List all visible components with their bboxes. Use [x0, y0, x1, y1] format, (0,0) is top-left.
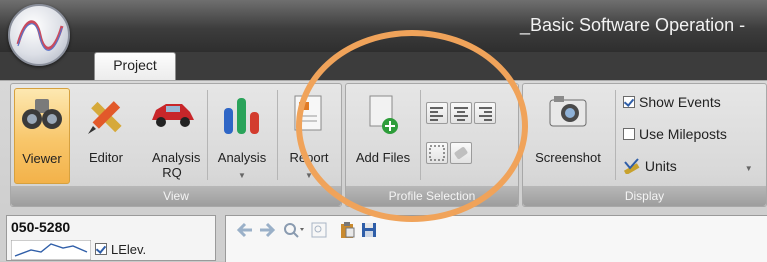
separator	[420, 90, 421, 180]
show-events-label: Show Events	[639, 94, 721, 110]
route-panel: 050-5280 LElev.	[6, 215, 216, 261]
viewer-panel	[225, 215, 767, 262]
units-label: Units	[644, 158, 677, 174]
viewer-button[interactable]: Viewer	[14, 88, 70, 184]
analysis-rq-button[interactable]: Analysis RQ	[139, 88, 205, 184]
zoom-icon[interactable]	[282, 221, 304, 239]
add-file-icon	[366, 94, 400, 139]
pencil-ruler-icon	[84, 94, 128, 141]
app-menu-button[interactable]	[8, 4, 70, 66]
separator	[277, 90, 278, 180]
editor-label: Editor	[89, 150, 123, 165]
tab-project[interactable]: Project	[94, 52, 176, 80]
select-rectangle-icon[interactable]	[426, 142, 448, 164]
analysis-button[interactable]: Analysis ▼	[210, 88, 274, 184]
app-logo-icon	[16, 20, 64, 51]
group-profile-selection-label: Profile Selection	[346, 186, 518, 206]
lelev-checkbox[interactable]: LElev.	[95, 242, 146, 257]
dropdown-arrow-icon: ▼	[744, 164, 753, 173]
window-title: _Basic Software Operation -	[520, 15, 746, 35]
car-icon	[148, 94, 196, 137]
report-icon	[291, 94, 327, 139]
zoom-extents-icon[interactable]	[310, 221, 328, 239]
separator	[207, 90, 208, 180]
use-mileposts-label: Use Mileposts	[639, 126, 727, 142]
add-files-label: Add Files	[355, 150, 411, 165]
screenshot-label: Screenshot	[535, 150, 601, 165]
dropdown-arrow-icon: ▼	[305, 171, 313, 180]
report-button[interactable]: Report ▼	[279, 88, 339, 184]
back-arrow-icon[interactable]	[236, 221, 254, 239]
profile-thumbnail[interactable]	[11, 240, 91, 260]
show-events-checkbox[interactable]: Show Events	[623, 94, 721, 110]
screenshot-button[interactable]: Screenshot	[525, 88, 611, 184]
checkbox-checked-icon	[95, 243, 107, 255]
camera-icon	[548, 94, 588, 131]
separator	[615, 90, 616, 180]
eraser-icon[interactable]	[450, 142, 472, 164]
ribbon: Viewer Editor Analysis RQ Analysis ▼ Rep…	[0, 80, 767, 209]
forward-arrow-icon[interactable]	[258, 221, 276, 239]
group-view: Viewer Editor Analysis RQ Analysis ▼ Rep…	[10, 83, 342, 207]
group-display: Screenshot Show Events Use Mileposts Uni…	[522, 83, 767, 207]
align-center-icon[interactable]	[450, 102, 472, 124]
lelev-label: LElev.	[111, 242, 147, 257]
align-left-icon[interactable]	[426, 102, 448, 124]
clipboard-icon[interactable]	[338, 221, 356, 239]
save-icon[interactable]	[360, 221, 378, 239]
group-view-label: View	[11, 186, 341, 206]
units-button[interactable]: Units ▼	[623, 158, 753, 176]
editor-button[interactable]: Editor	[75, 88, 137, 184]
viewer-label: Viewer	[22, 151, 62, 166]
dropdown-arrow-icon: ▼	[238, 171, 246, 180]
analysis-label: Analysis	[217, 150, 267, 165]
checkbox-unchecked-icon	[623, 128, 635, 140]
add-files-button[interactable]: Add Files	[348, 88, 418, 184]
route-id: 050-5280	[11, 219, 71, 235]
units-icon	[623, 158, 640, 176]
group-profile-selection: Add Files Profile Selection	[345, 83, 519, 207]
align-right-icon[interactable]	[474, 102, 496, 124]
report-label: Report	[289, 150, 329, 165]
group-display-label: Display	[523, 186, 766, 206]
checkbox-checked-icon	[623, 96, 635, 108]
use-mileposts-checkbox[interactable]: Use Mileposts	[623, 126, 727, 142]
bar-chart-icon	[222, 94, 262, 139]
binoculars-icon	[21, 95, 63, 138]
analysis-rq-label: Analysis RQ	[152, 150, 201, 180]
